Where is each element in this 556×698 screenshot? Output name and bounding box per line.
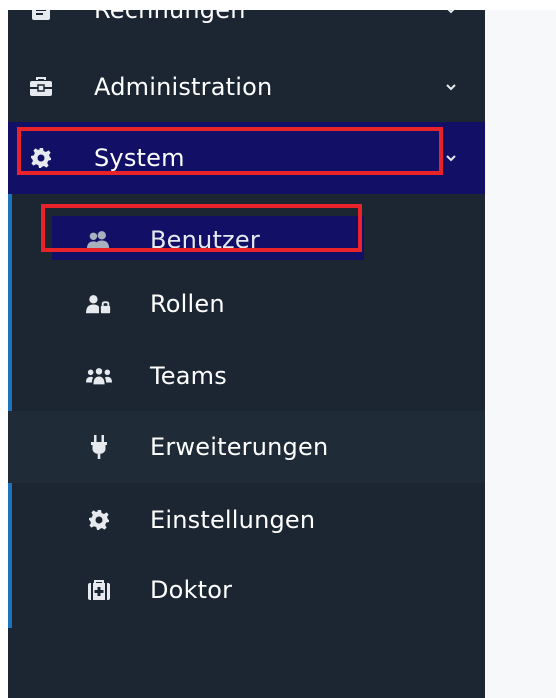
sidebar-item-label: Rechnungen bbox=[94, 10, 246, 24]
chevron-down-icon[interactable] bbox=[445, 81, 457, 93]
main-content-area bbox=[485, 10, 556, 698]
top-strip bbox=[0, 0, 556, 10]
sidebar-subitem-label: Rollen bbox=[150, 290, 225, 318]
chevron-down-icon[interactable] bbox=[445, 152, 457, 164]
highlight-box-system bbox=[17, 127, 443, 175]
sidebar-nav: Rechnungen Administration System Benutze… bbox=[8, 10, 485, 698]
user-lock-icon bbox=[86, 291, 112, 317]
highlight-box-benutzer bbox=[41, 204, 362, 252]
sidebar-subitem-label: Doktor bbox=[150, 576, 233, 604]
invoice-icon bbox=[28, 10, 54, 23]
sidebar-subitem-doktor[interactable]: Doktor bbox=[8, 554, 485, 626]
gear-icon bbox=[86, 507, 112, 533]
sidebar-subitem-erweiterungen[interactable]: Erweiterungen bbox=[8, 411, 485, 483]
sidebar-subitem-rollen[interactable]: Rollen bbox=[8, 268, 485, 340]
toolbox-icon bbox=[28, 74, 54, 100]
sidebar-item-label: Administration bbox=[94, 73, 273, 101]
sidebar-subitem-label: Erweiterungen bbox=[150, 433, 329, 461]
sidebar-subitem-einstellungen[interactable]: Einstellungen bbox=[8, 484, 485, 556]
sidebar-subitem-teams[interactable]: Teams bbox=[8, 340, 485, 412]
sidebar-item-rechnungen[interactable]: Rechnungen bbox=[8, 10, 485, 46]
chevron-down-icon[interactable] bbox=[445, 10, 457, 16]
sidebar-subitem-label: Teams bbox=[150, 362, 227, 390]
group-icon bbox=[86, 363, 112, 389]
sidebar-item-administration[interactable]: Administration bbox=[8, 51, 485, 123]
sidebar-subitem-label: Einstellungen bbox=[150, 506, 316, 534]
medical-kit-icon bbox=[86, 577, 112, 603]
plug-icon bbox=[86, 434, 112, 460]
